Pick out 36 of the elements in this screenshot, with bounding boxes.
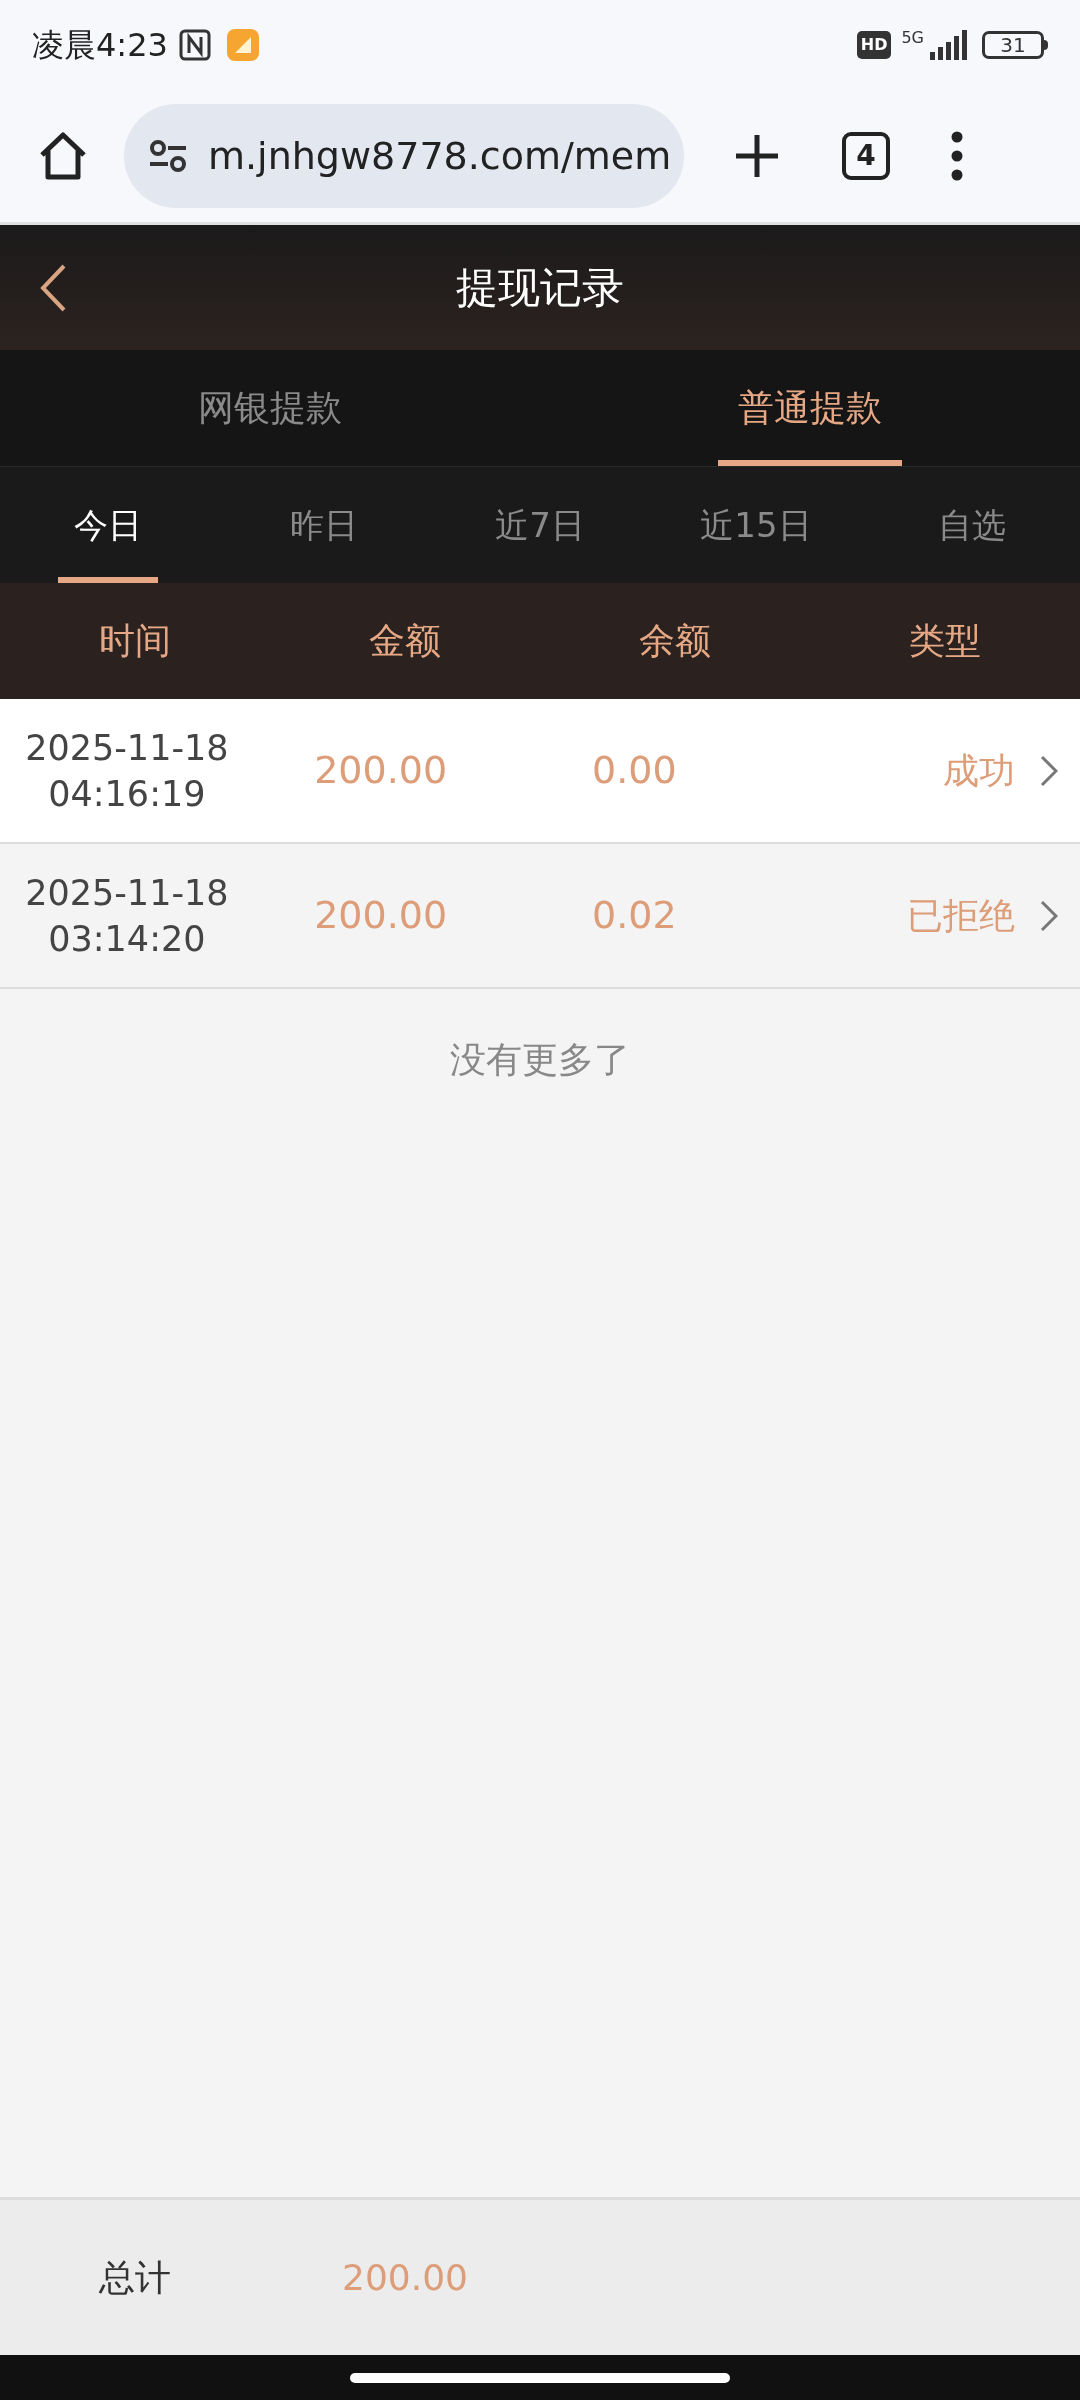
hd-badge: HD: [856, 31, 892, 59]
date-time-text: 2025-11-18 03:14:20: [25, 871, 229, 961]
column-header: 余额: [639, 619, 711, 663]
total-amount: 200.00: [341, 2255, 469, 2300]
total-label: 总计: [98, 2255, 172, 2300]
status-text: 已拒绝: [907, 893, 1015, 938]
period-tab[interactable]: 昨日: [274, 467, 374, 583]
chevron-right-icon: [1040, 900, 1058, 932]
amount-text: 200.00: [314, 892, 448, 939]
url-text: m.jnhgw8778.com/mem: [208, 132, 672, 180]
notification-icon: [225, 28, 260, 62]
nfc-icon: [177, 28, 212, 62]
address-bar[interactable]: m.jnhgw8778.com/mem: [124, 104, 684, 208]
status-text: 成功: [943, 748, 1015, 793]
back-icon[interactable]: [38, 262, 68, 313]
column-header: 金额: [369, 619, 441, 663]
column-header: 类型: [909, 619, 981, 663]
more-menu-icon[interactable]: [950, 131, 964, 181]
amount-text: 200.00: [314, 747, 448, 794]
signal-icon: [928, 30, 968, 60]
tab[interactable]: 网银提款: [178, 350, 362, 466]
balance-text: 0.00: [592, 747, 677, 794]
period-tab[interactable]: 近7日: [479, 467, 601, 583]
balance-text: 0.02: [592, 892, 677, 939]
chevron-right-icon: [1040, 755, 1058, 787]
date-time-text: 2025-11-18 04:16:19: [25, 726, 229, 816]
battery-indicator: 31: [982, 31, 1044, 59]
status-time: 凌晨4:23: [32, 25, 168, 66]
column-header: 时间: [99, 619, 171, 663]
record-row[interactable]: 2025-11-18 04:16:19 200.00 0.00 成功: [0, 699, 1080, 844]
period-tab[interactable]: 自选: [922, 467, 1022, 583]
no-more-text: 没有更多了: [450, 1038, 630, 1082]
network-label: 5G: [901, 30, 924, 46]
page-title: 提现记录: [456, 262, 624, 314]
period-tab[interactable]: 近15日: [684, 467, 828, 583]
tab-switcher-button[interactable]: 4: [842, 132, 890, 180]
